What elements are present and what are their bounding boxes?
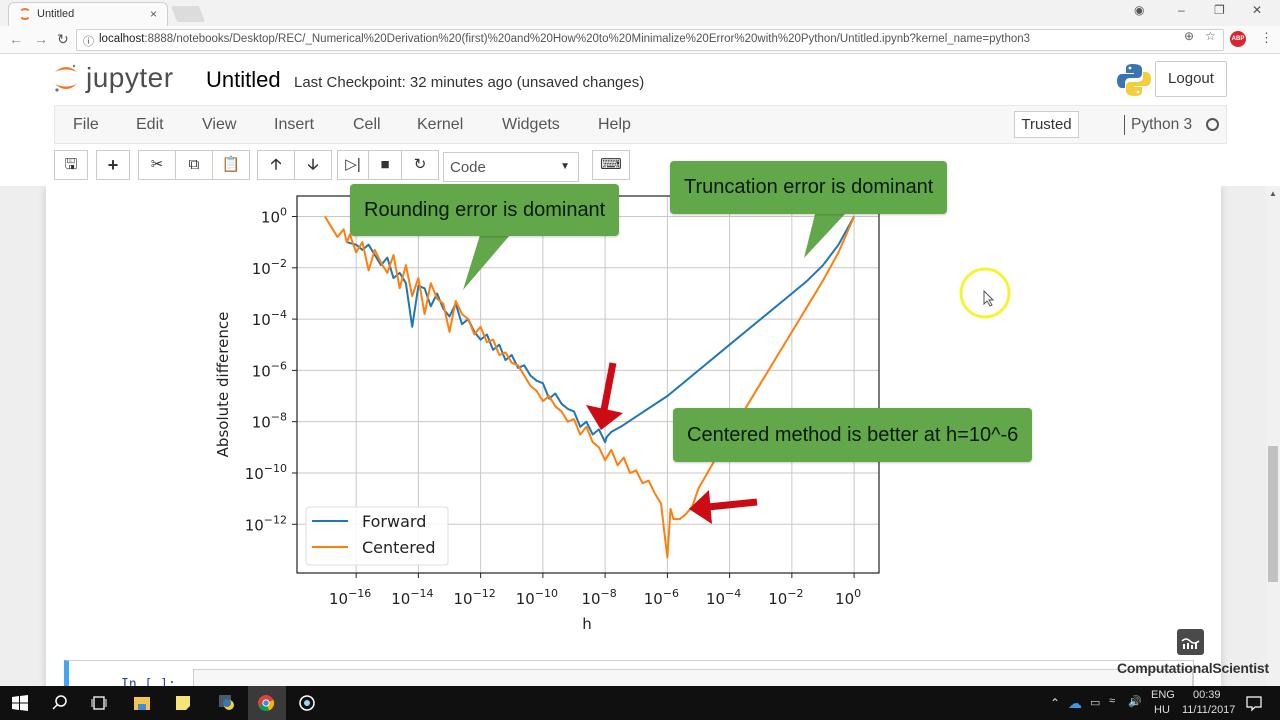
x-tick-label: 10−6: [644, 587, 679, 608]
tray-expand-icon[interactable]: ⌃: [1050, 696, 1060, 710]
y-tick-label: 10−4: [252, 308, 287, 329]
language-bottom[interactable]: HU: [1154, 704, 1170, 716]
red-arrow-centered-min: [689, 490, 758, 524]
callout-tail-rounding: [463, 235, 510, 290]
red-arrow-forward-min: [586, 362, 623, 430]
windows-taskbar: ⌃ ☁ ▭ ≈ 🔊 ENG HU 00:39 11/11/2017: [0, 686, 1280, 720]
legend-label-centered: Centered: [362, 538, 436, 557]
x-tick-label: 10−14: [391, 587, 433, 608]
watermark-text: ComputationalScientist: [1117, 660, 1269, 676]
search-icon[interactable]: [51, 694, 69, 712]
wifi-icon[interactable]: ≈: [1109, 695, 1115, 707]
language-top[interactable]: ENG: [1151, 689, 1175, 701]
y-tick-label: 10−8: [252, 411, 287, 432]
y-tick-label: 10−2: [252, 257, 287, 278]
sticky-notes-icon[interactable]: [174, 694, 192, 712]
clock-time[interactable]: 00:39: [1193, 689, 1221, 701]
x-tick-label: 10−4: [706, 587, 741, 608]
x-tick-label: 10−12: [453, 587, 495, 608]
windows-start-icon[interactable]: [11, 694, 29, 712]
x-tick-label: 10−2: [768, 587, 803, 608]
channel-logo-icon: [1177, 629, 1204, 655]
x-tick-label: 10−16: [329, 587, 371, 608]
callout-truncation: Truncation error is dominant: [670, 161, 948, 214]
y-tick-label: 100: [261, 206, 287, 227]
x-tick-label: 10−8: [581, 587, 616, 608]
y-tick-label: 10−6: [252, 359, 287, 380]
y-tick-label: 10−10: [245, 462, 287, 483]
x-tick-label: 100: [835, 587, 861, 608]
x-axis-label: h: [582, 615, 592, 633]
task-view-icon[interactable]: [90, 694, 108, 712]
legend: Forward Centered: [305, 506, 449, 566]
legend-label-forward: Forward: [362, 512, 426, 531]
chrome-icon[interactable]: [257, 694, 275, 712]
callout-centered-better: Centered method is better at h=10^-6: [673, 408, 1033, 462]
cursor-highlight-icon: [959, 267, 1011, 319]
battery-icon[interactable]: ▭: [1090, 696, 1100, 709]
onedrive-icon[interactable]: ☁: [1068, 695, 1082, 712]
y-tick-label: 10−12: [245, 513, 287, 534]
volume-icon[interactable]: 🔊: [1128, 695, 1142, 708]
error-plot: 10−16 10−14 10−12 10−10 10−8 10−6 10−4 10−2 100 1…: [214, 195, 880, 633]
python-idle-icon[interactable]: [218, 694, 236, 712]
action-center-icon[interactable]: [1245, 694, 1263, 712]
file-explorer-icon[interactable]: [133, 694, 151, 712]
cortana-icon[interactable]: [298, 694, 316, 712]
callout-rounding: Rounding error is dominant: [350, 184, 620, 236]
x-tick-label: 10−10: [516, 587, 558, 608]
clock-date[interactable]: 11/11/2017: [1182, 704, 1235, 716]
y-axis-label: Absolute difference: [214, 312, 232, 458]
